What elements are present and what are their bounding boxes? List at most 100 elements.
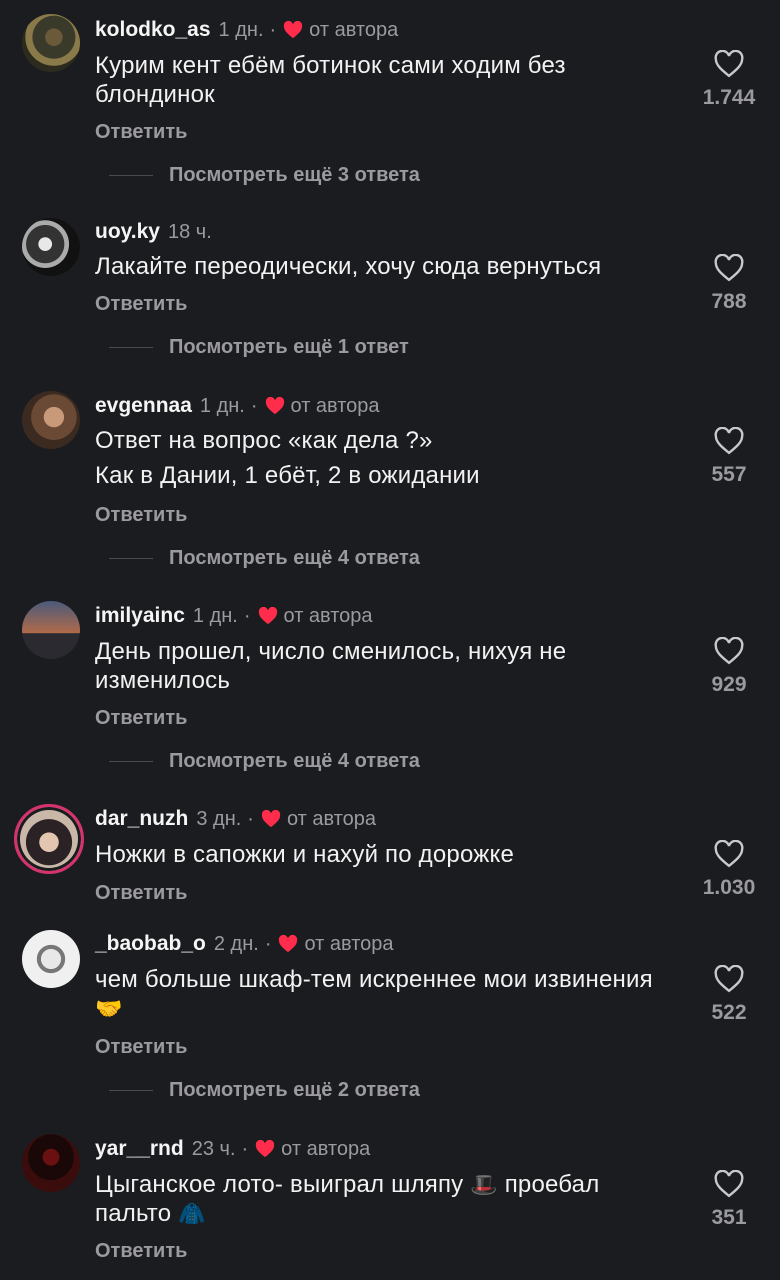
divider — [109, 347, 153, 348]
comment-meta: _baobab_o 2 дн. · от автора — [95, 930, 394, 958]
separator-dot: · — [247, 807, 254, 830]
view-replies-button[interactable]: Посмотреть ещё 4 ответа — [95, 750, 420, 773]
comment-text-content: Цыганское лото- выиграл шляпу — [95, 1171, 464, 1198]
comment-item: evgennaa 1 дн. · от автора Ответ на вопр… — [0, 375, 780, 585]
avatar[interactable] — [22, 14, 80, 72]
comment-meta: uoy.ky 18 ч. — [95, 218, 212, 246]
like-count: 522 — [711, 1001, 747, 1024]
comment-text: Курим кент ебём ботинок сами ходим без б… — [95, 52, 566, 108]
comment-text: Ножки в сапожки и нахуй по дорожке — [95, 841, 515, 868]
like-button[interactable]: 929 — [690, 637, 768, 697]
view-replies-label: Посмотреть ещё 4 ответа — [169, 750, 420, 772]
reply-button[interactable]: Ответить — [95, 1036, 187, 1059]
heart-filled-icon — [284, 21, 303, 39]
username[interactable]: _baobab_o — [95, 932, 206, 956]
reply-button[interactable]: Ответить — [95, 504, 187, 527]
view-replies-label: Посмотреть ещё 2 ответа — [169, 1079, 420, 1101]
username[interactable]: dar_nuzh — [95, 807, 188, 831]
heart-outline-icon — [714, 254, 744, 282]
comment-meta: evgennaa 1 дн. · от автора — [95, 392, 380, 420]
view-replies-button[interactable]: Посмотреть ещё 4 ответа — [95, 547, 420, 570]
like-button[interactable]: 788 — [690, 254, 768, 314]
avatar[interactable] — [22, 601, 80, 659]
avatar[interactable] — [22, 391, 80, 449]
comment-text: чем больше шкаф-тем искреннее мои извине… — [95, 965, 675, 1023]
timestamp: 23 ч. — [191, 1137, 236, 1160]
reply-button[interactable]: Ответить — [95, 1240, 187, 1263]
avatar[interactable] — [22, 218, 80, 276]
avatar[interactable] — [22, 930, 80, 988]
coat-emoji: 🧥 — [178, 1201, 206, 1226]
view-replies-label: Посмотреть ещё 1 ответ — [169, 336, 409, 358]
like-button[interactable]: 351 — [690, 1170, 768, 1230]
view-replies-button[interactable]: Посмотреть ещё 1 ответ — [95, 336, 409, 359]
heart-filled-icon — [265, 397, 284, 415]
comment-text: Лакайте переодически, хочу сюда вернутьс… — [95, 253, 602, 280]
like-button[interactable]: 1.744 — [690, 50, 768, 110]
comment-item: _baobab_o 2 дн. · от автора чем больше ш… — [0, 915, 780, 1120]
like-button[interactable]: 557 — [690, 427, 768, 487]
heart-filled-icon — [261, 810, 281, 828]
comment-item: dar_nuzh 3 дн. · от автора Ножки в сапож… — [0, 790, 780, 920]
separator-dot: · — [250, 394, 258, 417]
heart-outline-icon — [714, 840, 744, 868]
comment-text: День прошел, число сменилось, нихуя не и… — [95, 638, 567, 694]
comments-feed: kolodko_as 1 дн. · от автора Курим кент … — [0, 0, 780, 1280]
username[interactable]: yar__rnd — [95, 1137, 184, 1161]
reply-button[interactable]: Ответить — [95, 707, 187, 730]
author-badge: от автора — [304, 932, 394, 955]
divider — [109, 175, 153, 176]
view-replies-button[interactable]: Посмотреть ещё 2 ответа — [95, 1079, 420, 1102]
top-hat-emoji: 🎩 — [470, 1172, 498, 1197]
comment-meta: kolodko_as 1 дн. · от автора — [95, 16, 398, 44]
author-badge: от автора — [283, 604, 373, 627]
timestamp: 1 дн. — [192, 604, 238, 627]
comment-meta: imilyainc 1 дн. · от автора — [95, 602, 373, 630]
username[interactable]: kolodko_as — [95, 18, 211, 42]
divider — [109, 761, 153, 762]
comment-item: uoy.ky 18 ч. Лакайте переодически, хочу … — [0, 200, 780, 375]
reply-button[interactable]: Ответить — [95, 121, 187, 144]
view-replies-button[interactable]: Посмотреть ещё 3 ответа — [95, 164, 420, 187]
view-replies-label: Посмотреть ещё 3 ответа — [169, 164, 420, 186]
avatar[interactable] — [22, 1134, 80, 1192]
like-count: 788 — [711, 290, 747, 313]
comment-text-line: Как в Дании, 1 ебёт, 2 в ожидании — [95, 462, 480, 489]
heart-outline-icon — [714, 637, 744, 665]
heart-filled-icon — [279, 935, 298, 953]
like-button[interactable]: 1.030 — [690, 840, 768, 900]
reply-button[interactable]: Ответить — [95, 293, 187, 316]
username[interactable]: evgennaa — [95, 394, 192, 418]
author-badge: от автора — [286, 807, 376, 830]
comment-meta: dar_nuzh 3 дн. · от автора — [95, 805, 376, 833]
separator-dot: · — [264, 932, 272, 955]
timestamp: 18 ч. — [167, 220, 212, 243]
like-count: 1.744 — [702, 86, 756, 109]
separator-dot: · — [243, 604, 251, 627]
timestamp: 3 дн. — [196, 807, 242, 830]
reply-button[interactable]: Ответить — [95, 882, 187, 905]
like-button[interactable]: 522 — [690, 965, 768, 1025]
like-count: 557 — [711, 463, 747, 486]
separator-dot: · — [269, 18, 277, 41]
comment-item: imilyainc 1 дн. · от автора День прошел,… — [0, 585, 780, 790]
heart-filled-icon — [256, 1140, 275, 1158]
timestamp: 1 дн. — [199, 394, 245, 417]
comment-text: Цыганское лото- выиграл шляпу 🎩 проебал … — [95, 1170, 675, 1228]
avatar-story-ring[interactable] — [14, 804, 84, 874]
comment-item: yar__rnd 23 ч. · от автора Цыганское лот… — [0, 1120, 780, 1280]
username[interactable]: uoy.ky — [95, 220, 160, 244]
like-count: 1.030 — [702, 876, 756, 899]
divider — [109, 558, 153, 559]
heart-outline-icon — [714, 427, 744, 455]
comment-text-line: Ответ на вопрос «как дела ?» — [95, 427, 433, 454]
username[interactable]: imilyainc — [95, 604, 185, 628]
comment-item: kolodko_as 1 дн. · от автора Курим кент … — [0, 0, 780, 200]
comment-text-content: чем больше шкаф-тем искреннее мои извине… — [95, 966, 653, 993]
like-count: 929 — [711, 673, 747, 696]
heart-outline-icon — [714, 965, 744, 993]
like-count: 351 — [711, 1206, 747, 1229]
heart-outline-icon — [714, 1170, 744, 1198]
heart-filled-icon — [258, 607, 277, 625]
author-badge: от автора — [281, 1137, 371, 1160]
